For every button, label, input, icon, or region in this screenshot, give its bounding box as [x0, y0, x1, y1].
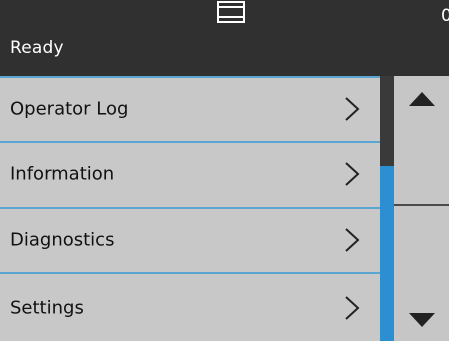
status-text: Ready [10, 38, 64, 58]
menu-item-information[interactable]: Information [0, 141, 380, 205]
page-counter: 0 [441, 6, 449, 26]
main-menu: Operator Log Information Diagnostics Set… [0, 76, 380, 341]
scroll-thumb[interactable] [380, 166, 394, 341]
chevron-right-icon [345, 228, 360, 252]
menu-item-label: Diagnostics [10, 229, 115, 251]
status-header: Ready 0 [0, 0, 449, 76]
menu-item-label: Operator Log [10, 98, 129, 120]
scanner-screen: Ready 0 Operator Log Information Diagnos… [0, 0, 449, 341]
menu-item-label: Information [10, 163, 115, 185]
triangle-up-icon [408, 92, 435, 106]
menu-item-diagnostics[interactable]: Diagnostics [0, 207, 380, 271]
document-feed-icon [217, 1, 245, 23]
scroll-down-button[interactable] [394, 206, 449, 341]
menu-item-operator-log[interactable]: Operator Log [0, 76, 380, 140]
chevron-right-icon [345, 162, 360, 186]
chevron-right-icon [345, 97, 360, 121]
scroll-up-button[interactable] [394, 76, 449, 206]
chevron-right-icon [345, 295, 360, 320]
menu-item-settings[interactable]: Settings [0, 272, 380, 341]
triangle-down-icon [408, 313, 435, 327]
menu-item-label: Settings [10, 297, 84, 318]
